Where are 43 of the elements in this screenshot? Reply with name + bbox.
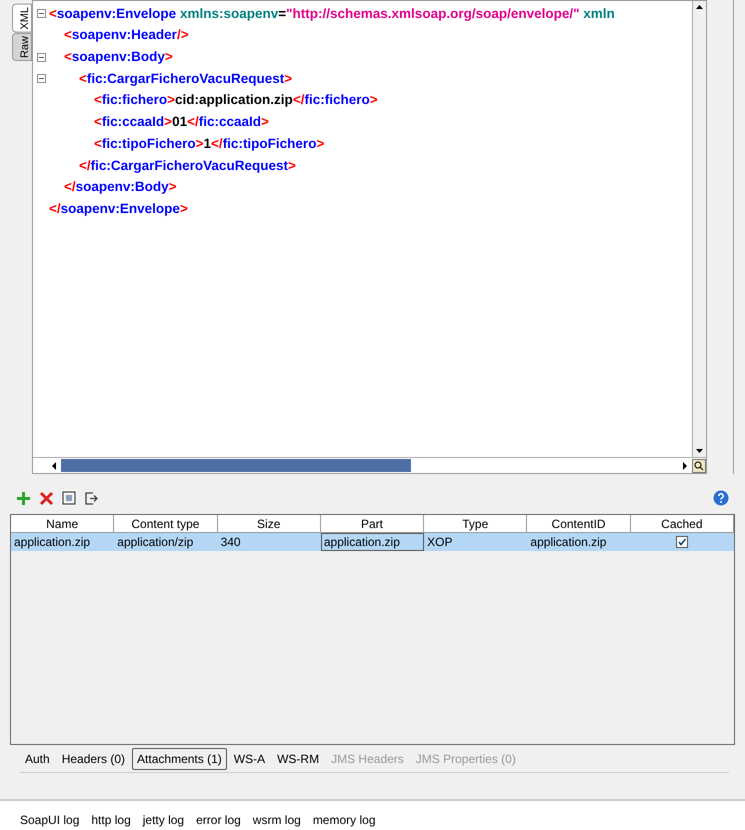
request-tab[interactable]: WS-RM bbox=[272, 748, 324, 770]
xml-line: <soapenv:Header/> bbox=[64, 26, 189, 44]
zoom-icon[interactable] bbox=[692, 458, 706, 474]
table-cell-text: application.zip bbox=[529, 534, 608, 551]
xml-line: </fic:CargarFicheroVacuRequest> bbox=[79, 156, 296, 175]
export-icon[interactable] bbox=[84, 490, 99, 506]
log-tab[interactable]: error log bbox=[196, 811, 241, 829]
frame-icon[interactable] bbox=[62, 491, 76, 505]
log-tab[interactable]: http log bbox=[91, 811, 131, 829]
collapse-icon[interactable] bbox=[36, 52, 46, 62]
xml-line: <soapenv:Envelope xmlns:soapenv="http://schemas.xmlsoap.org/soap/envelope/" xmln bbox=[49, 4, 615, 23]
xml-line: <fic:ccaaId>01</fic:ccaaId> bbox=[94, 113, 269, 132]
log-tab[interactable]: wsrm log bbox=[252, 811, 301, 829]
add-icon[interactable] bbox=[16, 490, 31, 506]
editor-tab[interactable]: XML bbox=[12, 4, 32, 33]
request-tab[interactable]: WS-A bbox=[228, 748, 270, 770]
xml-line: <fic:CargarFicheroVacuRequest> bbox=[79, 70, 292, 88]
xml-line: </soapenv:Body> bbox=[64, 178, 177, 196]
table-cell-text: 340 bbox=[220, 534, 242, 551]
xml-line: </soapenv:Envelope> bbox=[49, 200, 188, 218]
request-tab[interactable]: Auth bbox=[20, 748, 55, 770]
request-tab[interactable]: Headers (0) bbox=[56, 748, 130, 770]
log-tab[interactable]: jetty log bbox=[142, 811, 184, 829]
table-cell-text: application/zip bbox=[116, 534, 194, 551]
editor-tab[interactable]: Raw bbox=[12, 32, 32, 61]
vertical-scrollbar[interactable] bbox=[692, 1, 706, 457]
table-row[interactable]: application.zip application/zip 340 application.zip XOP application.zip bbox=[11, 533, 734, 551]
collapse-icon[interactable] bbox=[36, 9, 46, 18]
column-header[interactable]: Part bbox=[320, 515, 424, 533]
request-tab[interactable]: Attachments (1) bbox=[132, 748, 227, 770]
collapse-icon[interactable] bbox=[36, 74, 46, 84]
log-tab[interactable]: memory log bbox=[312, 811, 376, 829]
checkbox[interactable] bbox=[676, 536, 688, 548]
delete-icon[interactable] bbox=[39, 490, 54, 506]
table-cell: application.zip bbox=[320, 533, 424, 551]
table-cell-text: XOP bbox=[426, 534, 454, 551]
xml-line: <fic:fichero>cid:application.zip</fic:fichero> bbox=[94, 91, 378, 110]
help-icon[interactable] bbox=[713, 490, 729, 506]
log-tab[interactable]: SoapUI log bbox=[20, 811, 80, 829]
xml-line: <fic:tipoFichero>1</fic:tipoFichero> bbox=[94, 134, 324, 153]
scroll-thumb[interactable] bbox=[61, 459, 411, 472]
xml-line: <soapenv:Body> bbox=[64, 48, 173, 66]
table-cell-text: application.zip bbox=[13, 534, 92, 551]
